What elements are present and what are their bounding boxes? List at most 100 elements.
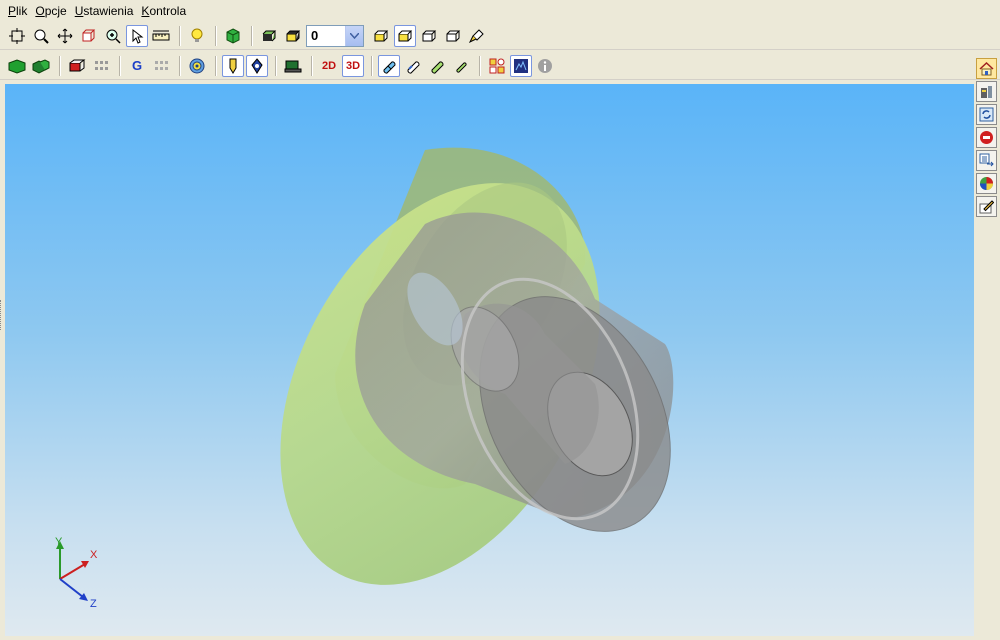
view-3d-button[interactable]: 3D (342, 54, 364, 77)
grid-points2-button[interactable] (150, 55, 172, 77)
measure-button[interactable] (150, 25, 172, 47)
color-button[interactable] (976, 173, 997, 194)
box-iso-yellow-icon (374, 30, 389, 41)
tool-holder-button[interactable] (222, 54, 244, 77)
cursor-arrow-icon (132, 28, 144, 44)
part-model (280, 147, 674, 585)
layer-select[interactable]: 0 (306, 24, 364, 47)
tool-insert-button[interactable] (246, 54, 268, 77)
shaded-view-button[interactable] (222, 25, 244, 47)
axis-triad (56, 541, 89, 601)
menu-kontrola[interactable]: Kontrola (137, 4, 190, 18)
toolpath3-button[interactable] (426, 55, 448, 77)
toolbar-view: 0 (0, 22, 1000, 50)
menu-plik-label: lik (16, 4, 28, 18)
capsule-blue-icon (383, 60, 396, 74)
tool-bit-icon (229, 58, 237, 74)
clean-button[interactable] (466, 25, 488, 47)
menu-opcje-label: pcje (44, 4, 67, 18)
menu-ustawienia[interactable]: Ustawienia (71, 4, 138, 18)
capsule-green-icon (431, 60, 444, 74)
view-iso2-button[interactable] (394, 24, 416, 47)
select-pointer-button[interactable] (126, 24, 148, 47)
toolbar-tools: G 2D 3D (0, 52, 1000, 80)
toolbar-separator (275, 55, 277, 76)
pan-button[interactable] (54, 25, 76, 47)
layer-select-value: 0 (311, 28, 319, 43)
machine-icon (981, 86, 992, 98)
toolpath2-button[interactable] (402, 55, 424, 77)
red-box-icon (69, 59, 86, 71)
box-outline-icon (446, 30, 461, 41)
toolbar-separator (119, 55, 121, 76)
target-button[interactable] (186, 55, 208, 77)
toolpath4-button[interactable] (450, 55, 472, 77)
export-button[interactable] (976, 150, 997, 171)
rotate-view-button[interactable] (78, 25, 100, 47)
machine-button[interactable] (976, 81, 997, 102)
menu-opcje-key: O (35, 4, 45, 18)
green-solid-multi-icon (32, 58, 50, 74)
status-bar (0, 636, 1000, 640)
home-icon (979, 61, 994, 76)
light-bulb-icon (191, 28, 203, 42)
zoom-window-button[interactable] (30, 25, 52, 47)
info-icon (538, 58, 552, 73)
dots-grid-small-icon (155, 60, 168, 70)
zoom-extents-button[interactable] (6, 25, 28, 47)
stop-sign-icon (980, 131, 993, 144)
box-wire-icon (422, 30, 437, 41)
view-top-button[interactable] (282, 25, 304, 47)
green-solid-icon (8, 58, 26, 74)
menu-kontrola-label: ontrola (149, 4, 187, 18)
capsule-outline-icon (407, 60, 420, 74)
x-axis-label: X (90, 549, 98, 561)
refresh-button[interactable] (976, 104, 997, 125)
solid-green1-button[interactable] (6, 55, 28, 77)
insert-icon (251, 57, 263, 74)
box-top-icon (286, 30, 301, 41)
viewport-3d[interactable]: Y X Z (5, 84, 974, 636)
simulation-button[interactable] (510, 54, 532, 77)
toolbar-separator (311, 55, 313, 76)
z-axis-label: Z (90, 598, 97, 610)
menu-opcje[interactable]: Opcje (31, 4, 70, 18)
export-icon (979, 153, 994, 167)
box-iso-pressed-icon (398, 30, 413, 41)
info-button[interactable] (534, 55, 556, 77)
edit-pencil-icon (979, 200, 994, 214)
edit-button[interactable] (976, 196, 997, 217)
view-front-button[interactable] (258, 25, 280, 47)
toolbar-separator (251, 25, 253, 46)
g-label: G (131, 58, 143, 73)
color-wheel-icon (980, 177, 993, 190)
view-iso4-button[interactable] (442, 25, 464, 47)
right-toolbar (975, 56, 1000, 636)
view-2d-label: 2D (321, 59, 337, 72)
toolpath1-button[interactable] (378, 54, 400, 77)
home-button[interactable] (976, 58, 997, 79)
grid-points-button[interactable] (90, 55, 112, 77)
zoom-button[interactable] (102, 25, 124, 47)
menu-plik[interactable]: Plik (4, 4, 31, 18)
red-box-button[interactable] (66, 55, 88, 77)
box-front-icon (262, 30, 277, 41)
toolbar-separator (59, 55, 61, 76)
light-button[interactable] (186, 25, 208, 47)
g-button[interactable]: G (126, 55, 148, 77)
stop-button[interactable] (976, 127, 997, 148)
view-iso3-button[interactable] (418, 25, 440, 47)
solid-green2-button[interactable] (30, 55, 52, 77)
green-cube-icon (226, 27, 240, 44)
simulation-icon (514, 58, 528, 73)
y-axis-label: Y (55, 536, 63, 548)
refresh-icon (979, 107, 994, 122)
menu-ustawienia-label: stawienia (83, 4, 134, 18)
stock-button[interactable] (282, 55, 304, 77)
toolbar-separator (479, 55, 481, 76)
shapes-button[interactable] (486, 55, 508, 77)
view-iso1-button[interactable] (370, 25, 392, 47)
toolbar-separator (179, 25, 181, 46)
view-2d-button[interactable]: 2D (318, 55, 340, 77)
chevron-down-icon[interactable] (345, 25, 363, 46)
